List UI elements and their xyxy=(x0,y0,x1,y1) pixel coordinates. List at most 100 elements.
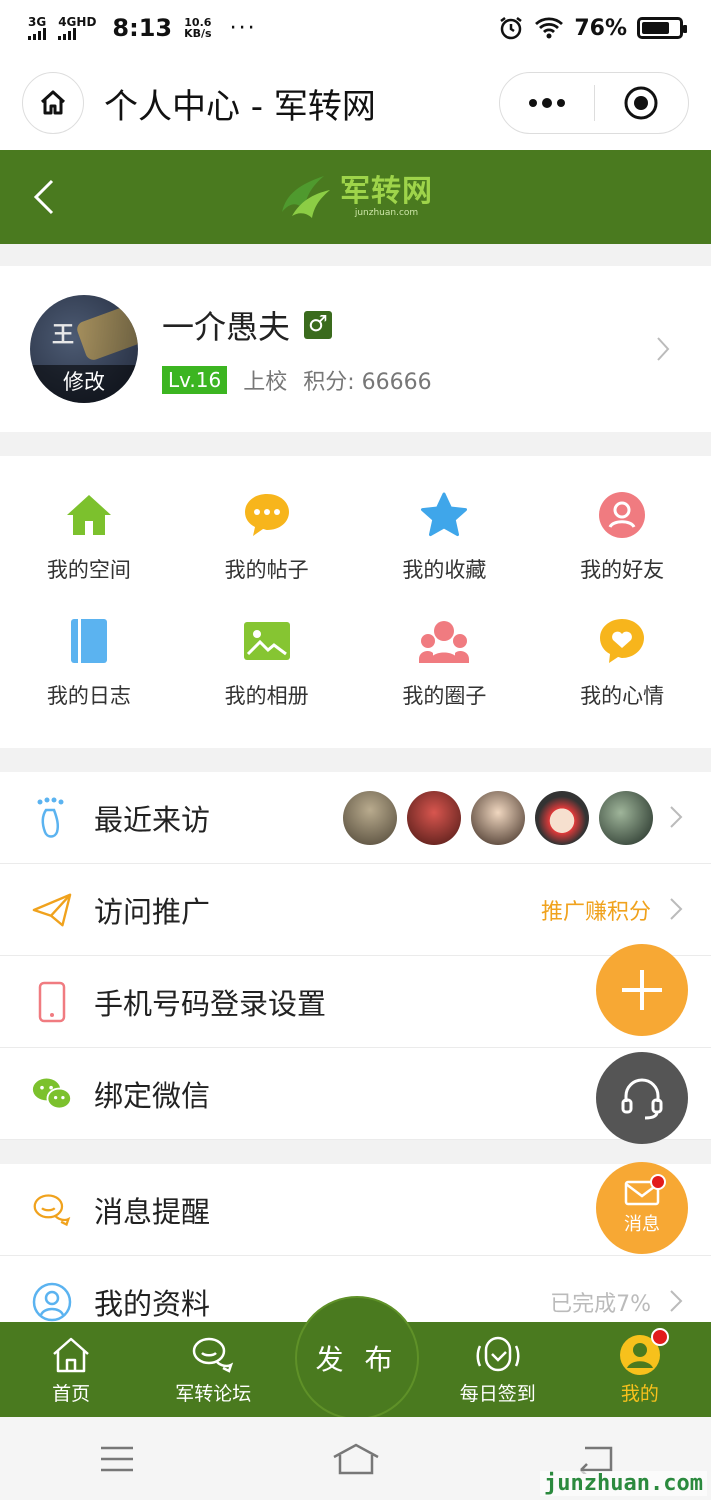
back-nav-icon[interactable] xyxy=(577,1444,613,1474)
home-icon xyxy=(40,90,66,115)
close-miniprogram-button[interactable] xyxy=(595,73,689,133)
menu-icon[interactable] xyxy=(99,1445,135,1473)
tab-label: 每日签到 xyxy=(459,1383,536,1405)
gender-male-icon: ♂ xyxy=(304,311,333,339)
network-type-1: 3G xyxy=(28,15,47,29)
home-icon xyxy=(66,495,111,535)
grid-label: 我的心情 xyxy=(580,684,665,708)
tab-label: 首页 xyxy=(52,1383,91,1405)
profile-card[interactable]: 王 修改 一介愚夫 ♂ Lv.16 上校 积分: 66666 xyxy=(0,266,711,432)
visitor-avatar[interactable] xyxy=(471,790,525,845)
promotion-row[interactable]: 访问推广 推广赚积分 xyxy=(0,864,711,956)
home-outline-icon xyxy=(53,1337,89,1373)
grid-item-mood[interactable]: 我的心情 xyxy=(533,616,711,742)
profile-completion: 已完成7% xyxy=(550,1291,651,1317)
wechat-icon xyxy=(32,1078,72,1109)
grid-item-circles[interactable]: 我的圈子 xyxy=(356,616,534,742)
chevron-right-icon xyxy=(657,337,670,361)
grid-label: 我的圈子 xyxy=(402,684,487,708)
tab-checkin[interactable]: 每日签到 xyxy=(427,1322,569,1417)
notebook-icon xyxy=(70,619,107,663)
row-label: 消息提醒 xyxy=(94,1194,211,1229)
clock: 8:13 xyxy=(112,14,173,42)
row-label: 访问推广 xyxy=(94,894,211,929)
mine-unread-dot xyxy=(650,1328,669,1346)
visitor-avatar[interactable] xyxy=(407,790,461,845)
grid-item-friends[interactable]: 我的好友 xyxy=(533,490,711,616)
chevron-right-icon xyxy=(670,806,683,828)
points-label: 积分: 66666 xyxy=(303,370,432,395)
forum-chat-icon xyxy=(193,1337,234,1373)
paper-plane-icon xyxy=(32,893,72,926)
visitor-avatar[interactable] xyxy=(535,790,589,845)
level-badge: Lv.16 xyxy=(162,366,228,394)
checkin-icon xyxy=(476,1336,520,1372)
miniprogram-title-bar: 个人中心 - 军转网 xyxy=(0,56,711,150)
message-button-label: 消息 xyxy=(624,1214,660,1235)
more-notifications: ··· xyxy=(229,15,257,41)
grid-label: 我的空间 xyxy=(46,558,131,582)
grid-item-space[interactable]: 我的空间 xyxy=(0,490,178,616)
avatar[interactable]: 王 修改 xyxy=(30,295,138,403)
tab-forum[interactable]: 军转论坛 xyxy=(142,1322,284,1417)
friend-icon xyxy=(599,492,646,538)
battery-icon xyxy=(637,17,687,39)
visitor-avatar[interactable] xyxy=(599,790,653,845)
photo-album-icon xyxy=(243,622,290,660)
back-arrow-icon[interactable] xyxy=(30,178,60,216)
publish-button[interactable]: 发 布 xyxy=(295,1296,419,1420)
signal-icon: 3G xyxy=(28,16,46,40)
wifi-icon xyxy=(535,17,564,39)
page-title: 个人中心 - 军转网 xyxy=(104,86,376,127)
home-nav-icon[interactable] xyxy=(332,1443,380,1475)
customer-service-button[interactable] xyxy=(596,1052,688,1144)
grid-label: 我的相册 xyxy=(224,684,309,708)
chevron-right-icon xyxy=(670,1290,683,1312)
logo-bird-icon xyxy=(282,176,330,218)
row-label: 我的资料 xyxy=(94,1286,211,1321)
home-button[interactable] xyxy=(22,72,84,134)
site-header: 军转网 junzhuan.com xyxy=(0,150,711,244)
chat-bubble-icon xyxy=(244,494,289,536)
logo-subtext: junzhuan.com xyxy=(354,208,419,218)
tab-home[interactable]: 首页 xyxy=(0,1322,142,1417)
logo-text: 军转网 xyxy=(340,174,433,209)
heart-bubble-icon xyxy=(600,619,645,663)
watermark: junzhuan.com xyxy=(540,1471,707,1496)
recent-visitors-row[interactable]: 最近来访 xyxy=(0,772,711,864)
more-button[interactable] xyxy=(500,73,594,133)
grid-label: 我的日志 xyxy=(46,684,131,708)
grid-item-posts[interactable]: 我的帖子 xyxy=(178,490,356,616)
unread-dot xyxy=(650,1174,666,1190)
phone-icon xyxy=(38,981,66,1022)
visitor-avatars[interactable] xyxy=(343,790,653,845)
battery-percent: 76% xyxy=(574,15,627,41)
site-logo: 军转网 junzhuan.com xyxy=(278,172,433,222)
visitor-avatar[interactable] xyxy=(343,790,397,845)
message-button[interactable]: 消息 xyxy=(596,1162,688,1254)
status-bar: 3G 4GHD 8:13 10.6 KB/s ··· 76% xyxy=(0,0,711,56)
plus-icon xyxy=(622,970,662,1010)
grid-label: 我的帖子 xyxy=(224,558,309,582)
alarm-icon xyxy=(500,17,523,40)
message-bubble-icon xyxy=(33,1193,71,1226)
promotion-points-link[interactable]: 推广赚积分 xyxy=(541,894,651,926)
network-type-2: 4GHD xyxy=(58,15,97,29)
capsule-menu xyxy=(499,72,689,134)
grid-item-diary[interactable]: 我的日志 xyxy=(0,616,178,742)
footprint-icon xyxy=(37,797,64,838)
network-speed: 10.6 KB/s xyxy=(184,17,211,39)
add-button[interactable] xyxy=(596,944,688,1036)
star-icon xyxy=(421,492,468,537)
rank-label: 上校 xyxy=(243,370,288,395)
grid-item-favorites[interactable]: 我的收藏 xyxy=(356,490,534,616)
edit-avatar-label[interactable]: 修改 xyxy=(30,365,138,403)
username: 一介愚夫 xyxy=(162,308,291,346)
chevron-right-icon xyxy=(670,898,683,920)
tab-mine[interactable]: 我的 xyxy=(569,1322,711,1417)
row-label: 最近来访 xyxy=(94,802,211,837)
grid-item-album[interactable]: 我的相册 xyxy=(178,616,356,742)
speed-unit: KB/s xyxy=(184,27,212,40)
tab-label: 军转论坛 xyxy=(175,1383,252,1405)
more-dots-icon xyxy=(528,98,565,108)
